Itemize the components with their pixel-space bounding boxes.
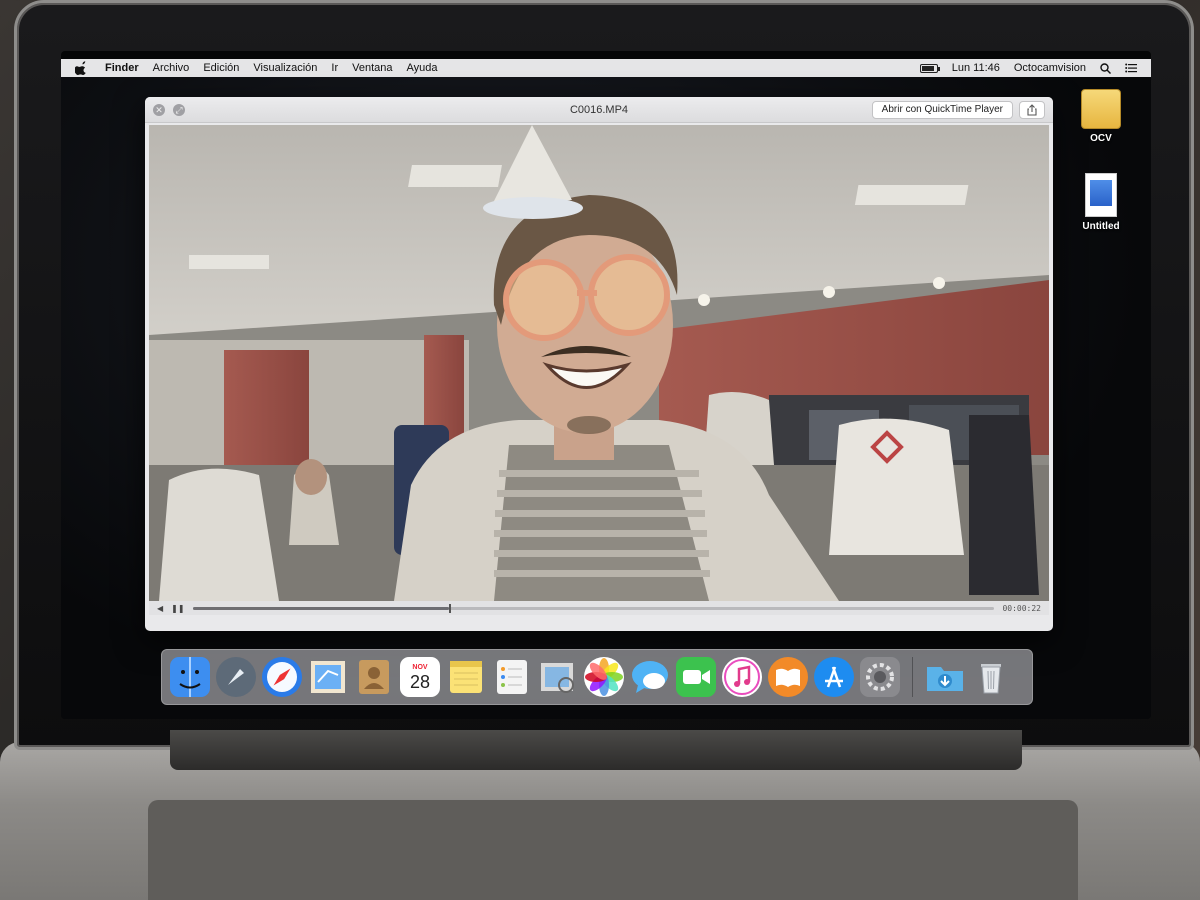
menu-ir[interactable]: Ir — [331, 62, 338, 74]
desktop: OCV Untitled ✕ ⤢ C0016.MP4 Abrir con Qui… — [61, 77, 1151, 719]
itunes-icon[interactable] — [722, 657, 762, 697]
menu-bar: Finder Archivo Edición Visualización Ir … — [61, 59, 1151, 77]
mail-icon[interactable] — [308, 657, 348, 697]
fullscreen-icon[interactable]: ⤢ — [173, 103, 185, 116]
share-button[interactable] — [1019, 101, 1045, 119]
facetime-icon[interactable] — [676, 657, 716, 697]
preview-icon[interactable] — [538, 657, 578, 697]
menu-finder[interactable]: Finder — [105, 62, 139, 74]
open-with-quicktime-button[interactable]: Abrir con QuickTime Player — [871, 101, 1013, 119]
app-store-icon[interactable] — [814, 657, 854, 697]
share-icon — [1027, 104, 1037, 116]
launchpad-icon[interactable] — [216, 657, 256, 697]
hard-drive-icon — [1081, 89, 1121, 129]
system-preferences-icon[interactable] — [860, 657, 900, 697]
battery-icon[interactable] — [919, 63, 940, 73]
trash-icon[interactable] — [971, 657, 1011, 697]
screen: Finder Archivo Edición Visualización Ir … — [61, 51, 1151, 719]
contacts-icon[interactable] — [354, 657, 394, 697]
keyboard — [148, 800, 1078, 900]
calendar-day: 28 — [409, 671, 431, 692]
safari-icon[interactable] — [262, 657, 302, 697]
menu-visualizacion[interactable]: Visualización — [253, 62, 317, 74]
photos-icon[interactable] — [584, 657, 624, 697]
notes-icon[interactable] — [446, 657, 486, 697]
menu-ventana[interactable]: Ventana — [352, 62, 392, 74]
laptop-lid: Finder Archivo Edición Visualización Ir … — [14, 0, 1194, 750]
elapsed-time: 00:00:22 — [1002, 603, 1041, 613]
desktop-icon-label: OCV — [1090, 133, 1112, 144]
quicklook-titlebar: ✕ ⤢ C0016.MP4 Abrir con QuickTime Player — [145, 97, 1053, 123]
close-icon[interactable]: ✕ — [153, 103, 165, 116]
desktop-icon-untitled[interactable]: Untitled — [1071, 173, 1131, 232]
scrubber-handle[interactable] — [449, 603, 452, 613]
calendar-month: NOV — [412, 663, 428, 671]
menu-extras: Lun 11:46 Octocamvision — [919, 62, 1137, 74]
video-content — [149, 125, 1049, 610]
scrubber-progress — [192, 606, 450, 610]
reminders-icon[interactable] — [492, 657, 532, 697]
pause-icon[interactable]: ❚❚ — [171, 604, 184, 613]
menu-clock[interactable]: Lun 11:46 — [952, 62, 1000, 74]
desktop-icon-label: Untitled — [1082, 221, 1120, 232]
calendar-icon[interactable]: NOV 28 — [400, 657, 440, 697]
video-frame[interactable]: ◀ ❚❚ 00:00:22 — [149, 125, 1049, 615]
volume-icon[interactable]: ◀ — [157, 604, 163, 613]
quicklook-window: ✕ ⤢ C0016.MP4 Abrir con QuickTime Player — [145, 97, 1053, 631]
spotlight-search-icon[interactable] — [1100, 62, 1111, 74]
menu-edicion[interactable]: Edición — [203, 62, 239, 74]
laptop-hinge — [170, 730, 1022, 770]
finder-icon[interactable] — [170, 657, 210, 697]
menu-ayuda[interactable]: Ayuda — [407, 62, 438, 74]
document-icon — [1085, 173, 1117, 217]
video-scrubber[interactable] — [192, 603, 995, 613]
video-controls: ◀ ❚❚ 00:00:22 — [149, 601, 1049, 615]
apple-icon[interactable] — [75, 61, 89, 75]
notification-center-icon[interactable] — [1125, 63, 1137, 73]
downloads-folder-icon[interactable] — [925, 657, 965, 697]
menu-user[interactable]: Octocamvision — [1014, 62, 1086, 74]
ibooks-icon[interactable] — [768, 657, 808, 697]
menu-archivo[interactable]: Archivo — [153, 62, 190, 74]
dock: NOV 28 — [161, 649, 1033, 705]
messages-icon[interactable] — [630, 657, 670, 697]
dock-separator — [912, 657, 913, 697]
desktop-icon-ocv[interactable]: OCV — [1071, 89, 1131, 144]
